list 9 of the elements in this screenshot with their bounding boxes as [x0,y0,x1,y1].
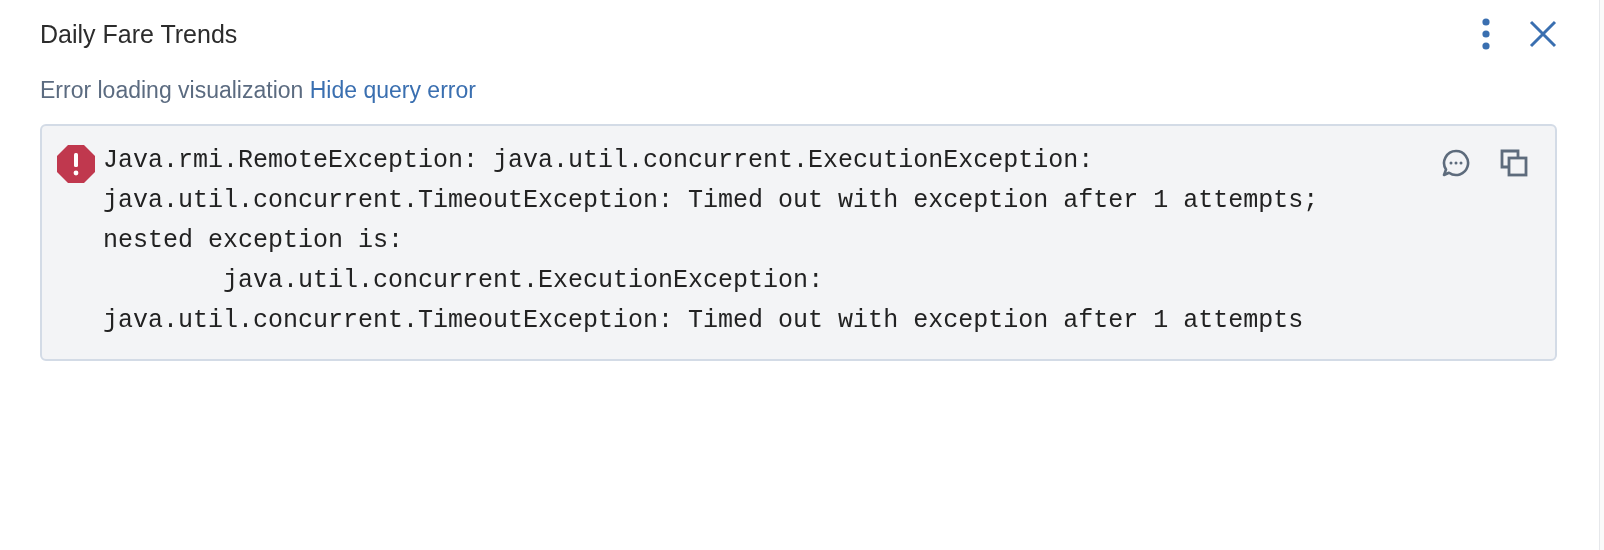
error-status-text: Error loading visualization [40,77,304,103]
copy-icon[interactable] [1499,148,1529,178]
comment-icon[interactable] [1441,148,1471,178]
hide-query-error-link[interactable]: Hide query error [309,77,476,103]
error-stop-icon [56,144,96,184]
close-icon[interactable] [1529,20,1557,48]
panel-title: Daily Fare Trends [40,19,239,49]
error-message: Java.rmi.RemoteException: java.util.concurrent.ExecutionException: java.util.concurrent.TimeoutException: Timed out with exception after 1 attempts; nested exception is: java.util.concurrent.ExecutionException: java.util.concurrent.TimeoutException: Timed out with exception after 1 attempts [103,145,1320,337]
more-options-icon[interactable] [1481,18,1491,50]
